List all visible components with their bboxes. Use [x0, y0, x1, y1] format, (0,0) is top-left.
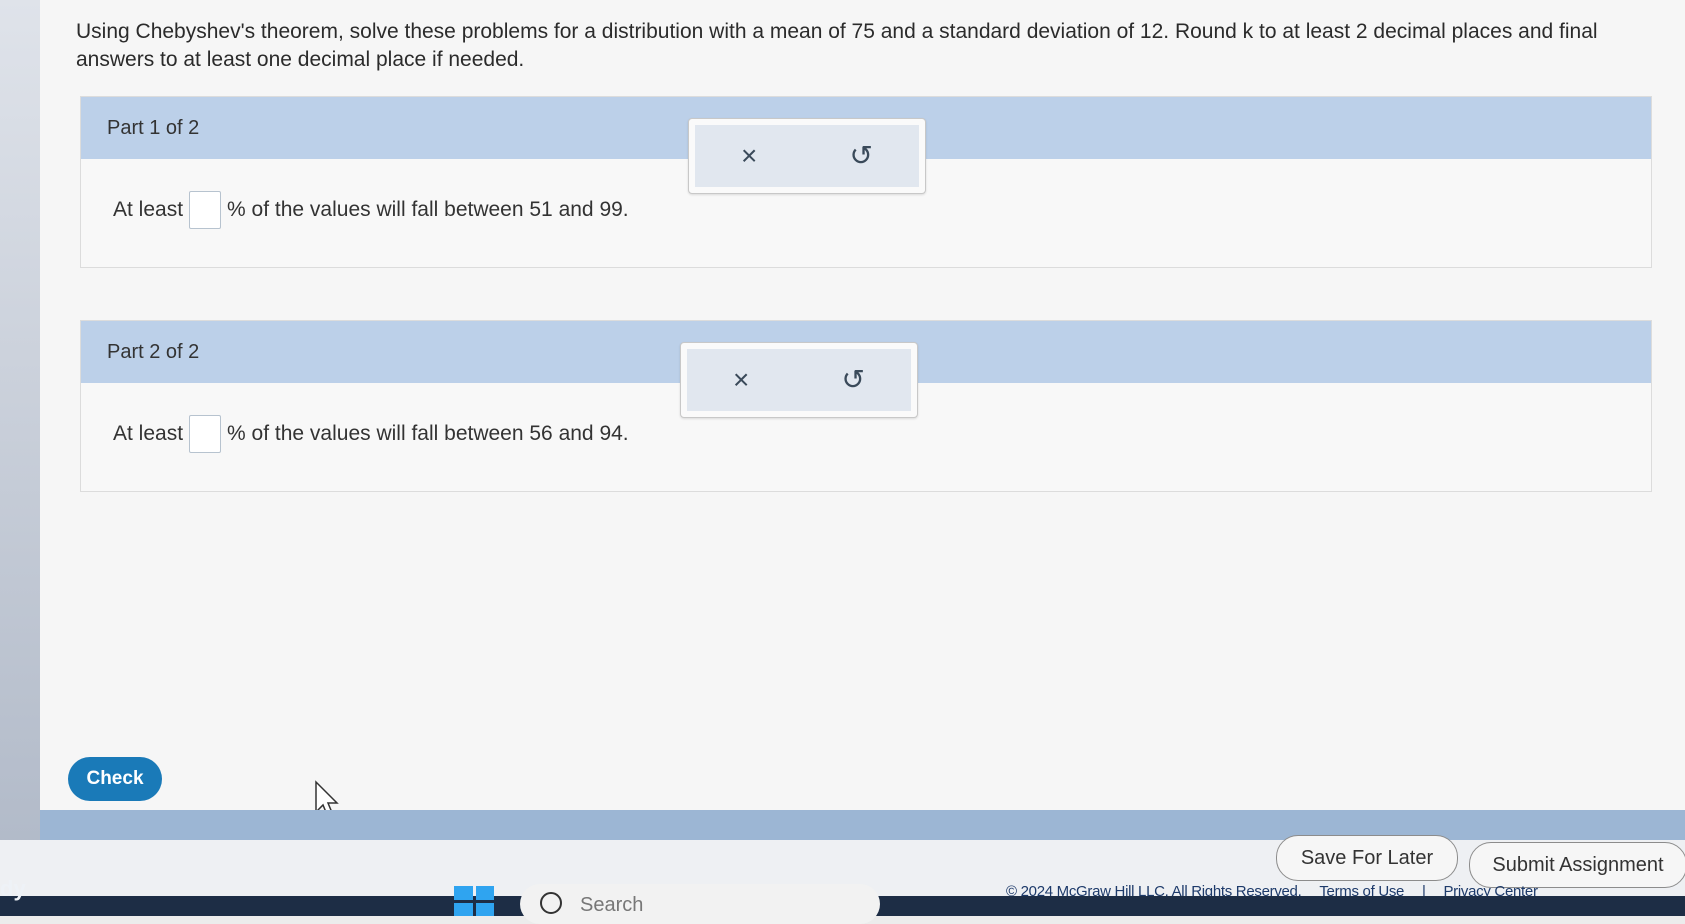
undo-icon[interactable]: ↺: [849, 142, 872, 170]
check-button[interactable]: Check: [68, 757, 162, 801]
part-2-answer-input[interactable]: [189, 415, 222, 453]
part-1-tools: × ↺: [688, 118, 926, 194]
windows-logo-pane: [475, 902, 494, 916]
taskbar-search-box[interactable]: Search: [520, 884, 880, 924]
part-2-prefix: At least: [113, 422, 184, 445]
left-edge-background: [0, 0, 40, 916]
part-1-suffix: % of the values will fall between 51 and…: [227, 198, 629, 221]
part-1-statement: At least % of the values will fall betwe…: [113, 191, 629, 229]
part-1-answer-input[interactable]: [189, 191, 222, 229]
part-1-prefix: At least: [113, 198, 184, 221]
windows-logo-pane: [475, 886, 494, 900]
taskbar-left-label: dy: [0, 876, 26, 901]
windows-logo-pane: [454, 902, 473, 916]
part-2-tools: × ↺: [680, 342, 918, 418]
part-1-tools-inner: × ↺: [695, 125, 919, 187]
question-text: Using Chebyshev's theorem, solve these p…: [76, 20, 1598, 71]
taskbar-search-placeholder: Search: [580, 894, 644, 916]
windows-start-icon[interactable]: [454, 886, 494, 916]
close-icon[interactable]: ×: [741, 142, 757, 170]
part-1-title: Part 1 of 2: [107, 117, 200, 139]
close-icon[interactable]: ×: [733, 366, 749, 394]
save-for-later-button[interactable]: Save For Later: [1276, 835, 1458, 881]
part-2-statement: At least % of the values will fall betwe…: [113, 415, 629, 453]
part-2-title: Part 2 of 2: [107, 341, 200, 363]
part-2-tools-inner: × ↺: [687, 349, 911, 411]
submit-assignment-button[interactable]: Submit Assignment: [1469, 842, 1685, 888]
search-icon: [540, 892, 562, 914]
windows-logo-pane: [454, 886, 473, 900]
part-2-suffix: % of the values will fall between 56 and…: [227, 422, 629, 445]
undo-icon[interactable]: ↺: [841, 366, 864, 394]
